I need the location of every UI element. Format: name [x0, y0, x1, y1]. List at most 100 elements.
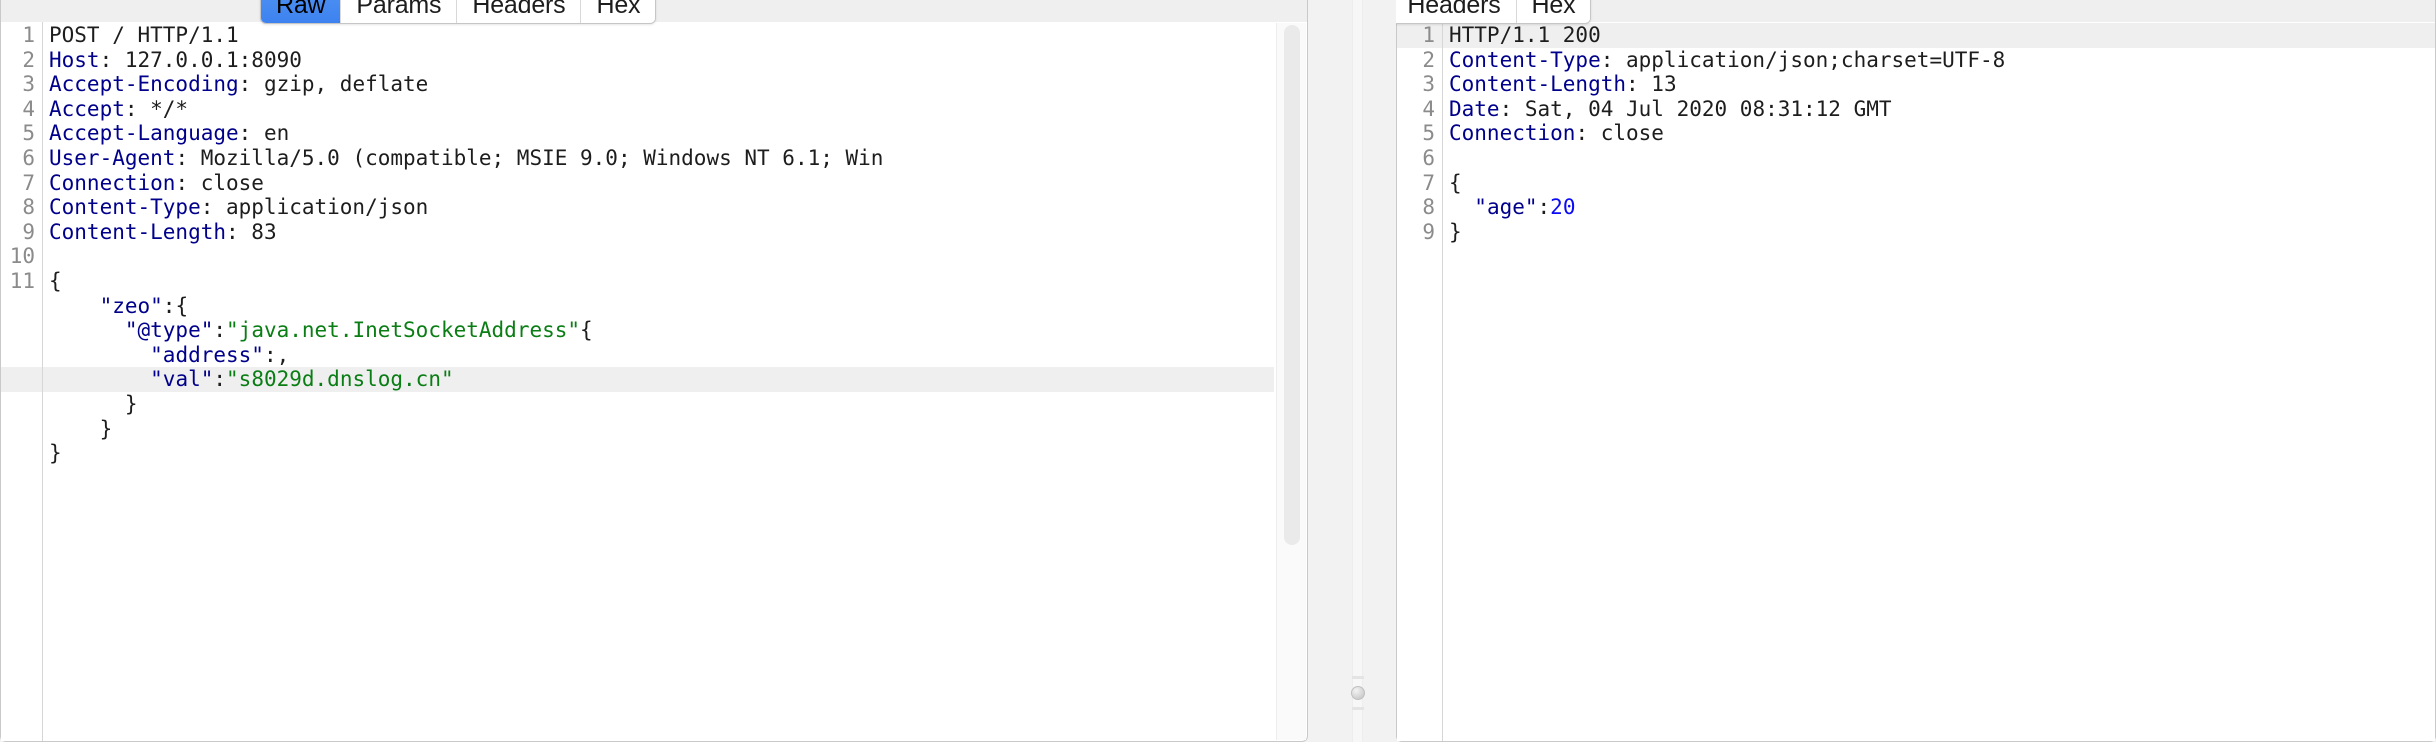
request-line: 8 Content-Type: application/json [1, 195, 1274, 220]
request-panel: Raw Params Headers Hex 1 POST / HTTP/1.1 2 Hos… [0, 0, 1308, 742]
response-line: 2 Content-Type: application/json;charset=… [1397, 48, 2435, 73]
request-line: } [1, 441, 1274, 466]
request-line: } [1, 417, 1274, 442]
response-line: 8 "age":20 [1397, 195, 2435, 220]
response-tab-headers[interactable]: Headers [1392, 0, 1517, 23]
request-line: "zeo":{ [1, 294, 1274, 319]
request-token: Content-Type [49, 195, 201, 220]
response-line-text: Date: Sat, 04 Jul 2020 08:31:12 GMT [1449, 97, 1892, 122]
request-token: Accept-Encoding [49, 72, 239, 97]
response-line: 6 [1397, 146, 2435, 171]
request-line: 9 Content-Length: 83 [1, 220, 1274, 245]
request-line: 4 Accept: */* [1, 97, 1274, 122]
response-line-text: } [1449, 220, 1462, 245]
request-line-text: } [49, 416, 113, 442]
request-line-number: 5 [22, 121, 35, 146]
request-line-text: } [49, 392, 138, 417]
response-line-text: "age":20 [1449, 195, 1575, 220]
response-token: { [1449, 170, 1462, 195]
request-line: } [1, 392, 1274, 417]
request-tab-raw[interactable]: Raw [261, 0, 342, 23]
response-line: 4 Date: Sat, 04 Jul 2020 08:31:12 GMT [1397, 97, 2435, 122]
request-token: :{ [162, 293, 189, 318]
request-scrollbar-thumb[interactable] [1284, 25, 1300, 545]
request-token: Accept-Language [49, 121, 239, 146]
request-tab-headers[interactable]: Headers [457, 0, 582, 23]
splitter-nub-top [1352, 676, 1364, 679]
request-token: "address" [150, 342, 264, 367]
response-line-text: HTTP/1.1 200 [1449, 23, 1601, 48]
response-token: Connection [1449, 121, 1576, 146]
request-line-number: 8 [22, 195, 35, 220]
request-token [49, 343, 150, 367]
request-token: : 83 [226, 219, 277, 244]
request-token: Content-Length [49, 219, 227, 244]
response-line-number: 6 [1422, 145, 1435, 170]
request-token: "s8029d.dnslog.cn" [226, 367, 454, 392]
request-token: } [49, 441, 62, 466]
request-line-text: "@type":"java.net.InetSocketAddress"{ [49, 318, 593, 343]
request-line-number: 2 [22, 47, 35, 72]
request-line-number: 7 [22, 170, 35, 195]
response-line-text: Connection: close [1449, 121, 1664, 146]
request-token: POST / HTTP/1.1 [49, 23, 239, 47]
splitter-grip-handle[interactable] [1351, 686, 1365, 700]
request-token: : en [238, 121, 290, 146]
response-line-number: 8 [1422, 195, 1435, 220]
request-token: Host [49, 47, 100, 72]
request-token: } [49, 416, 113, 441]
request-line-text: Accept-Language: en [49, 121, 289, 146]
request-line: 7 Connection: close [1, 171, 1274, 196]
response-line: 5 Connection: close [1397, 121, 2435, 146]
request-line-number: 11 [9, 268, 35, 293]
request-gutter-rule [42, 22, 43, 741]
request-line-text: "zeo":{ [49, 293, 189, 319]
response-line-text: Content-Type: application/json;charset=U… [1449, 48, 2005, 73]
request-line-number: 1 [22, 23, 35, 47]
response-token: } [1449, 219, 1462, 244]
request-token: : close [175, 170, 264, 195]
request-lines: 1 POST / HTTP/1.1 2 Host: 127.0.0.1:8090 3 Ac… [1, 22, 1274, 466]
request-token: : gzip, deflate [238, 72, 429, 97]
request-line: 11 { [1, 269, 1274, 294]
request-vertical-scrollbar[interactable] [1276, 23, 1306, 740]
request-tab-group: Raw Params Headers Hex [260, 0, 657, 24]
request-code-area[interactable]: 1 POST / HTTP/1.1 2 Host: 127.0.0.1:8090 3 Ac… [1, 22, 1274, 741]
response-tab-hex[interactable]: Hex [1516, 0, 1591, 23]
request-line-text: Accept: */* [49, 97, 188, 122]
request-token: "java.net.InetSocketAddress" [226, 318, 581, 343]
request-line-text: } [49, 441, 62, 466]
request-line-number: 9 [22, 219, 35, 244]
request-tab-hex[interactable]: Hex [581, 0, 656, 23]
response-code-area[interactable]: 1 HTTP/1.1 200 2 Content-Type: application/… [1397, 22, 2435, 741]
request-line: 2 Host: 127.0.0.1:8090 [1, 48, 1274, 73]
response-line: 7{ [1397, 171, 2435, 196]
response-token: Content-Type [1449, 47, 1601, 72]
response-token: 20 [1550, 195, 1576, 220]
request-token: :, [263, 342, 290, 367]
response-line-number: 4 [1422, 96, 1435, 121]
response-line: 1 HTTP/1.1 200 [1397, 23, 2435, 48]
request-tab-params[interactable]: Params [341, 0, 458, 23]
response-gutter-rule [1442, 22, 1443, 741]
response-token: : 13 [1626, 72, 1677, 97]
http-message-viewer: Raw Params Headers Hex 1 POST / HTTP/1.1 2 Hos… [0, 0, 2436, 742]
request-token [49, 294, 100, 318]
request-line-text: Content-Type: application/json [49, 195, 428, 220]
response-line-number: 9 [1422, 219, 1435, 244]
request-line-text: Content-Length: 83 [49, 220, 277, 245]
request-line: 10 [1, 244, 1274, 269]
response-line-number: 5 [1422, 121, 1435, 146]
request-line: 1 POST / HTTP/1.1 [1, 23, 1274, 48]
panel-splitter[interactable] [1308, 0, 1396, 742]
response-line-number: 1 [1422, 23, 1435, 47]
response-token: HTTP/1.1 200 [1449, 23, 1601, 47]
request-token: "val" [150, 367, 214, 392]
splitter-track [1352, 0, 1363, 742]
response-line-text: Content-Length: 13 [1449, 72, 1677, 97]
request-token: Connection [49, 170, 176, 195]
request-line: 6 User-Agent: Mozilla/5.0 (compatible; MS… [1, 146, 1274, 171]
request-token: : */* [124, 96, 189, 121]
response-token: Content-Length [1449, 72, 1627, 97]
request-line: "val":"s8029d.dnslog.cn" [1, 367, 1274, 392]
